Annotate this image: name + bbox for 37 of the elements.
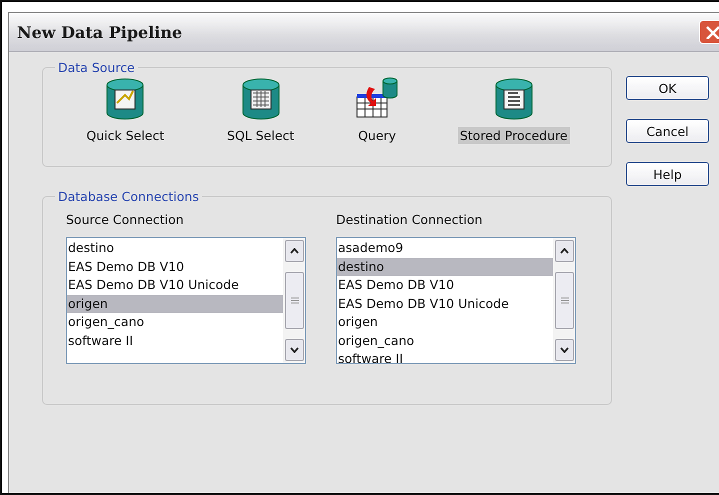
list-item[interactable]: software II (67, 332, 283, 350)
dialog-button[interactable]: Cancel (626, 119, 709, 143)
list-item[interactable]: origen (67, 294, 283, 313)
source-option[interactable]: Query (356, 127, 398, 144)
scroll-down-button[interactable] (285, 339, 304, 361)
scroll-up-button[interactable] (555, 240, 574, 262)
scroll-thumb[interactable] (285, 272, 304, 329)
list-item[interactable]: destino (67, 239, 283, 258)
list-item[interactable]: origen (337, 313, 553, 332)
list-item[interactable]: destino (337, 258, 553, 276)
scrollbar[interactable] (283, 238, 305, 363)
window-title: New Data Pipeline (17, 22, 182, 42)
group-title: Data Source (57, 60, 136, 75)
close-button[interactable] (699, 20, 719, 44)
source-option[interactable]: SQL Select (225, 127, 296, 144)
list-item[interactable]: EAS Demo DB V10 (67, 258, 283, 276)
source-option[interactable]: Stored Procedure (458, 127, 570, 144)
connection-list[interactable]: destino EAS Demo DB V10 EAS Demo DB V10 Unicode origen origen_cano software II (66, 237, 306, 364)
scroll-up-button[interactable] (285, 240, 304, 262)
list-item[interactable]: EAS Demo DB V10 (337, 276, 553, 294)
scrollbar[interactable] (553, 238, 575, 363)
list-item[interactable]: asademo9 (337, 239, 553, 258)
dialog-button[interactable]: OK (626, 76, 709, 100)
source-option[interactable]: Quick Select (84, 127, 166, 144)
list-item[interactable]: EAS Demo DB V10 Unicode (337, 294, 553, 313)
scroll-down-button[interactable] (555, 339, 574, 361)
list-item[interactable]: EAS Demo DB V10 Unicode (67, 276, 283, 294)
scroll-thumb[interactable] (555, 272, 574, 329)
list-item[interactable]: origen_cano (337, 332, 553, 350)
group-title: Database Connections (57, 189, 200, 204)
connection-list[interactable]: asademo9 destino EAS Demo DB V10 EAS Demo DB V10 Unicode origen origen_cano software II (336, 237, 576, 364)
list-item[interactable]: origen_cano (67, 313, 283, 332)
dialog-button[interactable]: Help (626, 162, 709, 186)
list-item[interactable]: software II (337, 350, 553, 363)
list-label: Destination Connection (336, 212, 484, 227)
close-icon (705, 25, 719, 39)
list-label: Source Connection (66, 212, 185, 227)
